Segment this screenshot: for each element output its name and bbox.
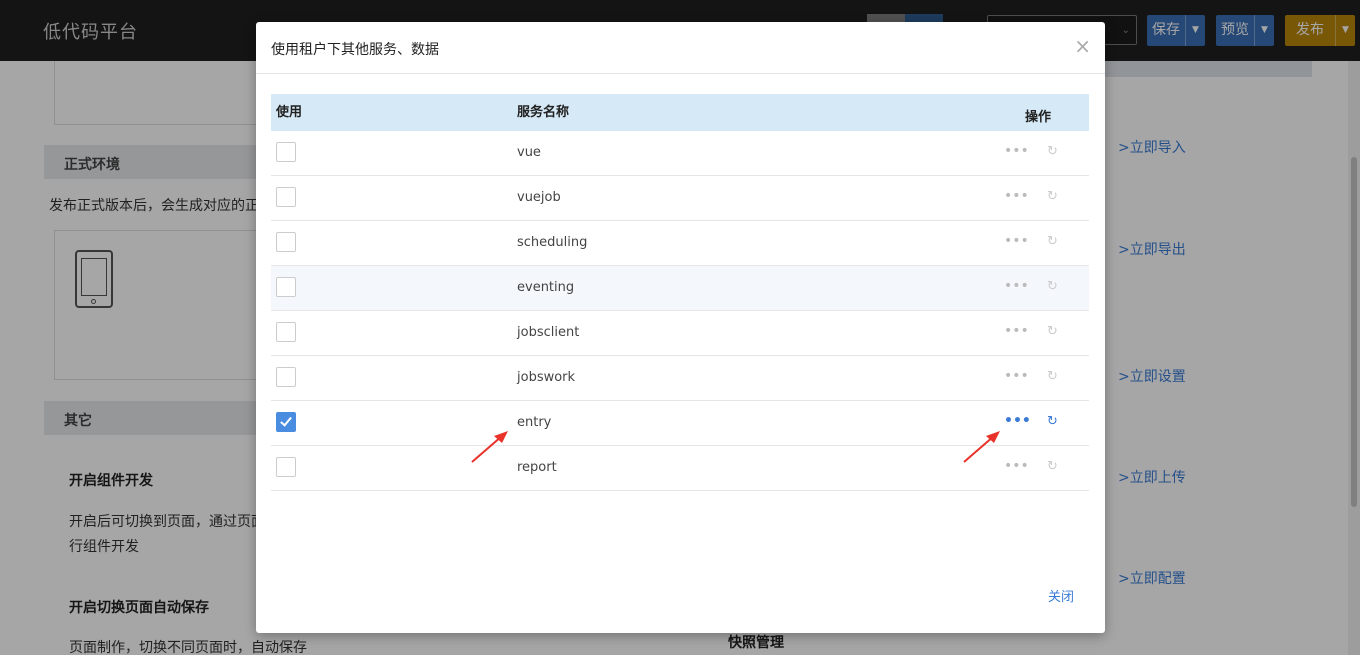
more-icon[interactable]: ••• [1004, 143, 1029, 159]
refresh-icon[interactable]: ↻ [1047, 414, 1058, 429]
column-header-use: 使用 [276, 105, 303, 120]
use-checkbox[interactable] [276, 187, 296, 207]
refresh-icon[interactable]: ↻ [1047, 234, 1058, 249]
more-icon[interactable]: ••• [1004, 323, 1029, 339]
service-name: eventing [517, 280, 575, 295]
close-icon[interactable]: × [1074, 36, 1091, 56]
service-name: jobswork [517, 370, 576, 385]
annotation-arrow-icon [471, 431, 508, 463]
dialog-close-button[interactable]: 关闭 [1048, 586, 1074, 605]
column-header-service-name: 服务名称 [517, 105, 570, 120]
table-row: eventing ••• ↻ [271, 266, 1089, 311]
table-row: vuejob ••• ↻ [271, 176, 1089, 221]
more-icon[interactable]: ••• [1004, 188, 1029, 204]
table-row: vue ••• ↻ [271, 131, 1089, 176]
service-name: jobsclient [517, 325, 580, 340]
refresh-icon[interactable]: ↻ [1047, 459, 1058, 474]
service-name: scheduling [517, 235, 588, 250]
table-header: 使用 服务名称 操作 [271, 94, 1089, 131]
use-checkbox[interactable] [276, 457, 296, 477]
refresh-icon[interactable]: ↻ [1047, 144, 1058, 159]
more-icon[interactable]: ••• [1004, 368, 1029, 384]
refresh-icon[interactable]: ↻ [1047, 279, 1058, 294]
use-checkbox[interactable] [276, 322, 296, 342]
service-name: vuejob [517, 190, 561, 205]
use-checkbox[interactable] [276, 232, 296, 252]
dialog-header: 使用租户下其他服务、数据 × [256, 22, 1105, 74]
refresh-icon[interactable]: ↻ [1047, 369, 1058, 384]
table-row: scheduling ••• ↻ [271, 221, 1089, 266]
column-header-actions: 操作 [1025, 110, 1052, 125]
service-data-dialog: 使用租户下其他服务、数据 × 使用 服务名称 操作 vue ••• ↻ vuejob •… [256, 22, 1105, 633]
checkmark-icon [280, 414, 292, 427]
more-icon[interactable]: ••• [1004, 233, 1029, 249]
table-row: jobswork ••• ↻ [271, 356, 1089, 401]
dialog-title: 使用租户下其他服务、数据 [271, 42, 439, 58]
more-icon[interactable]: ••• [1004, 413, 1031, 429]
service-name: entry [517, 415, 552, 430]
table-row: jobsclient ••• ↻ [271, 311, 1089, 356]
annotation-arrow-icon [963, 431, 1000, 463]
use-checkbox[interactable] [276, 142, 296, 162]
more-icon[interactable]: ••• [1004, 458, 1029, 474]
more-icon[interactable]: ••• [1004, 278, 1029, 294]
refresh-icon[interactable]: ↻ [1047, 189, 1058, 204]
use-checkbox[interactable] [276, 412, 296, 432]
use-checkbox[interactable] [276, 277, 296, 297]
service-name: vue [517, 145, 541, 160]
refresh-icon[interactable]: ↻ [1047, 324, 1058, 339]
use-checkbox[interactable] [276, 367, 296, 387]
service-name: report [517, 460, 557, 475]
